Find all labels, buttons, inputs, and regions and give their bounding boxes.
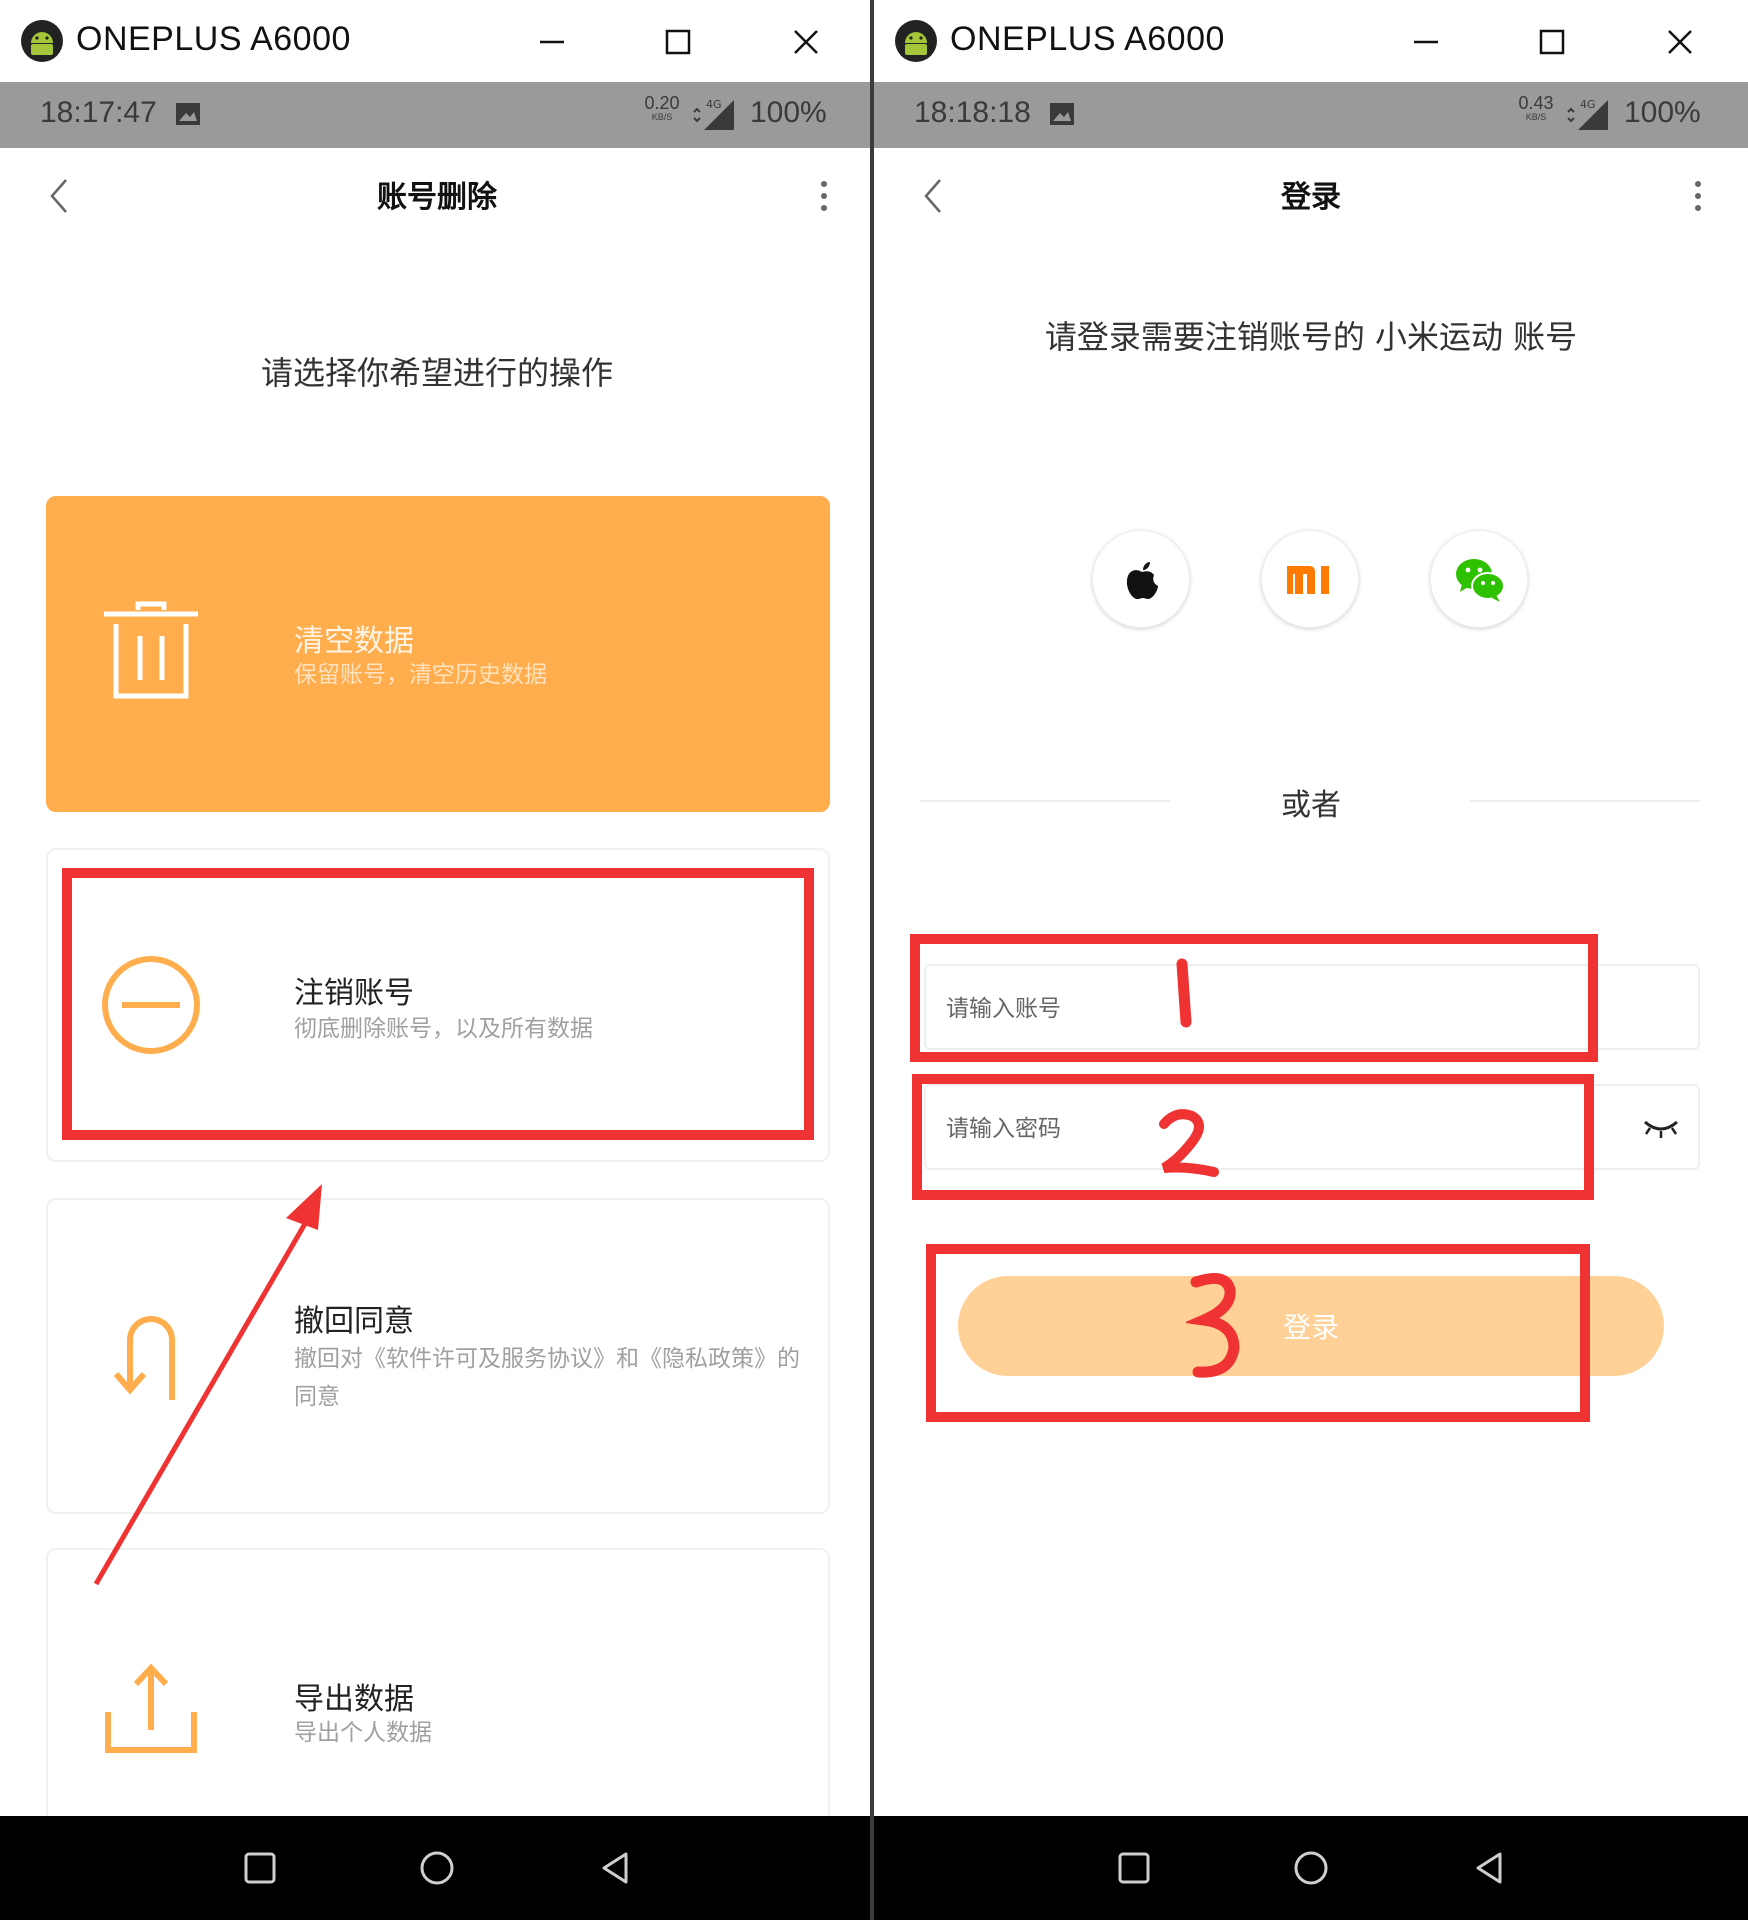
window-titlebar: ONEPLUS A6000 [874, 0, 1748, 82]
undo-arrow-icon [113, 1316, 175, 1400]
minimize-icon [540, 40, 564, 44]
network-speed: 0.43 KB/S [1514, 94, 1558, 122]
xiaomi-login-button[interactable] [1261, 530, 1359, 628]
annotation-highlight-box [926, 1244, 1590, 1422]
trash-icon [104, 601, 198, 699]
card-title: 导出数据 [294, 1682, 414, 1717]
network-speed-unit: KB/S [1525, 112, 1547, 122]
card-description: 导出个人数据 [294, 1720, 432, 1746]
export-data-card[interactable]: 导出数据 导出个人数据 [46, 1548, 830, 1838]
navigation-bar [0, 1816, 874, 1920]
maximize-icon [1539, 29, 1565, 55]
image-notification-icon [1050, 103, 1074, 125]
page-title: 账号删除 [377, 180, 497, 215]
card-title: 清空数据 [294, 624, 414, 659]
minimize-button[interactable] [1402, 18, 1450, 66]
close-icon [1668, 30, 1692, 54]
android-logo-icon [895, 20, 937, 62]
eye-closed-icon[interactable] [1642, 1116, 1680, 1142]
maximize-button[interactable] [1528, 18, 1576, 66]
card-description: 撤回对《软件许可及服务协议》和《隐私政策》的同意 [294, 1346, 800, 1410]
android-logo-icon [21, 20, 63, 62]
status-time: 18:17:47 [40, 96, 157, 129]
annotation-highlight-box [62, 868, 814, 1140]
window-title: ONEPLUS A6000 [76, 20, 351, 58]
window-title: ONEPLUS A6000 [950, 20, 1225, 58]
network-speed-value: 0.20 [644, 93, 680, 113]
page-title: 登录 [1281, 180, 1341, 215]
card-description: 保留账号，清空历史数据 [294, 662, 547, 688]
battery-level: 100% [750, 96, 827, 129]
wechat-login-button[interactable] [1430, 530, 1528, 628]
close-icon [794, 30, 818, 54]
export-icon [105, 1663, 197, 1753]
status-bar: 18:17:47 0.20 KB/S 4G 100% [0, 82, 874, 148]
maximize-icon [665, 29, 691, 55]
app-header: 账号删除 [0, 148, 874, 244]
right-phone-screen: ONEPLUS A6000 18:18:18 0.43 KB/S 4G 100%… [874, 0, 1748, 1920]
network-type: 4G [706, 98, 722, 111]
annotation-highlight-box [910, 934, 1598, 1062]
window-titlebar: ONEPLUS A6000 [0, 0, 874, 82]
annotation-step-2: 2 [1156, 1106, 1220, 1178]
card-title: 撤回同意 [294, 1304, 414, 1339]
nav-back-icon[interactable] [1468, 1846, 1512, 1890]
signal-4g-icon: 4G [1564, 98, 1610, 132]
mi-icon [1287, 566, 1329, 594]
annotation-step-3: 3 [1183, 1270, 1246, 1382]
home-icon[interactable] [1289, 1846, 1333, 1890]
status-time: 18:18:18 [914, 96, 1031, 129]
home-icon[interactable] [415, 1846, 459, 1890]
close-button[interactable] [1656, 18, 1704, 66]
clear-data-card[interactable]: 清空数据 保留账号，清空历史数据 [46, 496, 830, 812]
nav-back-icon[interactable] [594, 1846, 638, 1890]
withdraw-consent-card[interactable]: 撤回同意 撤回对《软件许可及服务协议》和《隐私政策》的同意 [46, 1198, 830, 1514]
minimize-button[interactable] [528, 18, 576, 66]
signal-4g-icon: 4G [690, 98, 736, 132]
app-header: 登录 [874, 148, 1748, 244]
left-phone-screen: ONEPLUS A6000 18:17:47 0.20 KB/S 4G 100%… [0, 0, 874, 1920]
battery-level: 100% [1624, 96, 1701, 129]
recent-apps-icon[interactable] [238, 1846, 282, 1890]
annotation-highlight-box [912, 1074, 1594, 1200]
network-speed: 0.20 KB/S [640, 94, 684, 122]
annotation-step-1: 1 [1164, 958, 1204, 1028]
or-divider-text: 或者 [1281, 788, 1341, 823]
maximize-button[interactable] [654, 18, 702, 66]
close-button[interactable] [782, 18, 830, 66]
image-notification-icon [176, 103, 200, 125]
recent-apps-icon[interactable] [1112, 1846, 1156, 1890]
login-prompt: 请登录需要注销账号的 小米运动 账号 [1044, 318, 1578, 356]
minimize-icon [1414, 40, 1438, 44]
apple-icon [1126, 562, 1158, 600]
more-options-icon[interactable] [1692, 176, 1704, 216]
network-speed-unit: KB/S [651, 112, 673, 122]
network-type: 4G [1580, 98, 1596, 111]
more-options-icon[interactable] [818, 176, 830, 216]
navigation-bar [874, 1816, 1748, 1920]
network-speed-value: 0.43 [1518, 93, 1554, 113]
operation-prompt: 请选择你希望进行的操作 [260, 354, 613, 392]
status-bar: 18:18:18 0.43 KB/S 4G 100% [874, 82, 1748, 148]
wechat-icon [1456, 559, 1505, 602]
apple-login-button[interactable] [1092, 530, 1190, 628]
